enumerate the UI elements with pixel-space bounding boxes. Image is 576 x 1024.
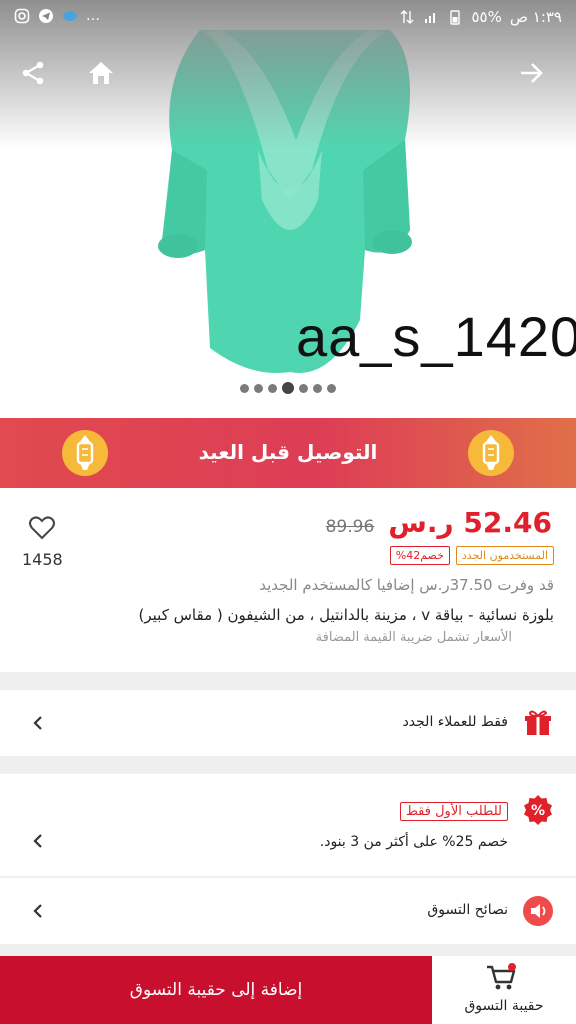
status-time: ١:٣٩ ص [509,8,562,26]
eid-delivery-banner[interactable]: التوصيل قبل العيد [0,418,576,488]
pagination-dot[interactable] [240,383,249,393]
shopping-bag-button[interactable]: حقيبة التسوق [432,956,576,1024]
new-customers-label: فقط للعملاء الجدد [402,714,508,730]
image-pagination[interactable] [240,382,336,394]
pagination-dot-active[interactable] [282,382,294,394]
old-price: 89.96 [325,517,375,537]
likes-count: 1458 [22,550,63,569]
messenger-icon [63,11,77,21]
status-bar: … ١:٣٩ ص %٥٥ [0,0,576,34]
bottom-action-bar: إضافة إلى حقيبة التسوق حقيبة التسوق [0,956,576,1024]
home-icon [89,62,113,84]
share-button[interactable] [14,54,52,92]
pagination-dot[interactable] [327,383,336,393]
pagination-dot[interactable] [313,383,322,393]
vat-note: الأسعار تشمل ضريبة القيمة المضافة [315,630,512,645]
lantern-icon [468,430,514,476]
product-name: بلوزة نسائية - بياقة v ، مزينة بالدانتيل… [138,606,554,624]
battery-percent: %٥٥ [471,8,502,26]
more-notifications-icon: … [86,8,100,24]
new-users-tag: المستخدمون الجدد [455,546,554,565]
share-icon [22,61,44,85]
arrow-right-icon [521,63,543,83]
status-right: ١:٣٩ ص %٥٥ [399,8,562,26]
price-card: 1458 89.96 52.46 ر.س المستخدمون الجدد خص… [0,488,576,672]
price-row: 89.96 52.46 ر.س [326,506,552,539]
cart-icon [487,963,516,990]
telegram-icon [39,9,53,23]
first-order-text: خصم 25% على أكثر من 3 بنود. [319,834,508,850]
gift-icon [525,710,551,735]
instagram-icon [14,8,30,24]
image-watermark: aa_s_1420 [296,305,576,368]
discount-tag: خصم42% [389,546,450,565]
data-transfer-icon [400,10,414,24]
chevron-left-icon [33,834,42,848]
shopping-tips-label: نصائح التسوق [427,902,508,918]
new-customers-row[interactable]: فقط للعملاء الجدد [0,690,576,756]
shopping-tips-row[interactable]: نصائح التسوق [0,878,576,944]
chevron-left-icon [33,716,42,730]
chevron-left-icon [33,904,42,918]
savings-text: قد وفرت 37.50ر.س إضافيا كالمستخدم الجديد [259,576,554,594]
add-to-bag-button[interactable]: إضافة إلى حقيبة التسوق [0,956,432,1024]
pagination-dot[interactable] [254,383,263,393]
price-tags: المستخدمون الجدد خصم42% [389,546,554,565]
signal-icon [425,13,436,23]
heart-icon[interactable] [28,514,56,542]
speaker-icon [523,896,553,926]
first-order-row[interactable]: % للطلب الأول فقط خصم 25% على أكثر من 3 … [0,774,576,876]
svg-text:%: % [531,803,545,819]
home-button[interactable] [82,54,120,92]
back-button[interactable] [512,54,550,92]
pagination-dot[interactable] [299,383,308,393]
battery-icon [450,10,461,25]
status-left: … [14,8,100,24]
current-price: 52.46 ر.س [388,506,552,539]
percent-icon: % [524,795,552,825]
product-image-area[interactable]: … ١:٣٩ ص %٥٥ aa_s_1420 [0,0,576,418]
pagination-dot[interactable] [268,383,277,393]
first-order-badge: للطلب الأول فقط [399,802,508,821]
shopping-bag-label: حقيبة التسوق [464,998,544,1014]
